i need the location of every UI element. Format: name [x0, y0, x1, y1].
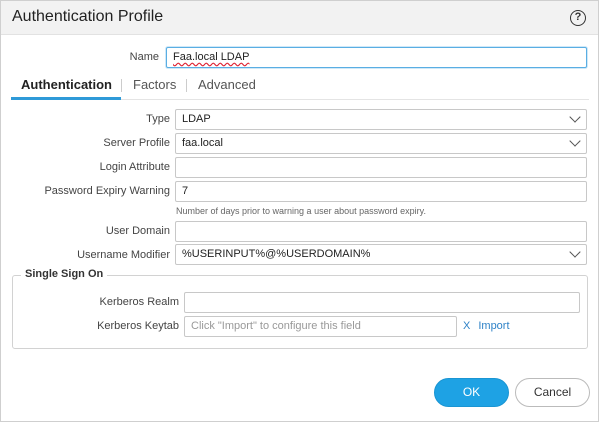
tab-divider	[186, 79, 187, 92]
active-tab-indicator	[11, 97, 121, 100]
type-label: Type	[146, 113, 170, 125]
import-label[interactable]: Import	[478, 320, 509, 332]
server-profile-select[interactable]: faa.local	[175, 133, 587, 154]
name-label: Name	[129, 51, 159, 63]
tab-authentication[interactable]: Authentication	[21, 77, 112, 92]
tab-advanced[interactable]: Advanced	[198, 77, 256, 92]
type-value: LDAP	[182, 113, 211, 125]
password-expiry-warning-input[interactable]: 7	[175, 181, 587, 202]
kerberos-realm-input[interactable]	[184, 292, 580, 313]
dialog-title: Authentication Profile	[12, 8, 164, 25]
type-select[interactable]: LDAP	[175, 109, 587, 130]
login-attribute-input[interactable]	[175, 157, 587, 178]
tab-bar: Authentication Factors Advanced	[11, 73, 589, 100]
import-link[interactable]: X Import	[463, 320, 510, 332]
single-sign-on-legend: Single Sign On	[21, 268, 108, 280]
user-domain-label: User Domain	[105, 225, 170, 237]
help-icon[interactable]: ?	[570, 10, 586, 26]
kerberos-keytab-placeholder: Click "Import" to configure this field	[191, 320, 361, 332]
username-modifier-label: Username Modifier	[77, 249, 170, 261]
user-domain-input[interactable]	[175, 221, 587, 242]
password-expiry-hint: Number of days prior to warning a user a…	[176, 206, 426, 216]
kerberos-realm-label: Kerberos Realm	[99, 296, 179, 308]
cancel-button[interactable]: Cancel	[515, 378, 590, 407]
password-expiry-warning-label: Password Expiry Warning	[44, 185, 170, 197]
clear-x-icon[interactable]: X	[463, 320, 470, 332]
server-profile-value: faa.local	[182, 137, 223, 149]
kerberos-keytab-field[interactable]: Click "Import" to configure this field	[184, 316, 457, 337]
chevron-down-icon	[569, 246, 581, 258]
authentication-profile-dialog: Authentication Profile ? Name Faa.local …	[0, 0, 599, 422]
password-expiry-warning-value: 7	[182, 185, 189, 197]
server-profile-label: Server Profile	[103, 137, 170, 149]
username-modifier-select[interactable]: %USERINPUT%@%USERDOMAIN%	[175, 244, 587, 265]
login-attribute-label: Login Attribute	[99, 161, 170, 173]
chevron-down-icon	[569, 111, 581, 123]
username-modifier-value: %USERINPUT%@%USERDOMAIN%	[182, 248, 371, 260]
tab-divider	[121, 79, 122, 92]
tab-factors[interactable]: Factors	[133, 77, 176, 92]
name-value: Faa.local LDAP	[173, 51, 250, 63]
chevron-down-icon	[569, 135, 581, 147]
name-input[interactable]: Faa.local LDAP	[166, 47, 587, 68]
ok-button[interactable]: OK	[434, 378, 509, 407]
title-bar: Authentication Profile ?	[1, 1, 598, 35]
kerberos-keytab-label: Kerberos Keytab	[97, 320, 179, 332]
